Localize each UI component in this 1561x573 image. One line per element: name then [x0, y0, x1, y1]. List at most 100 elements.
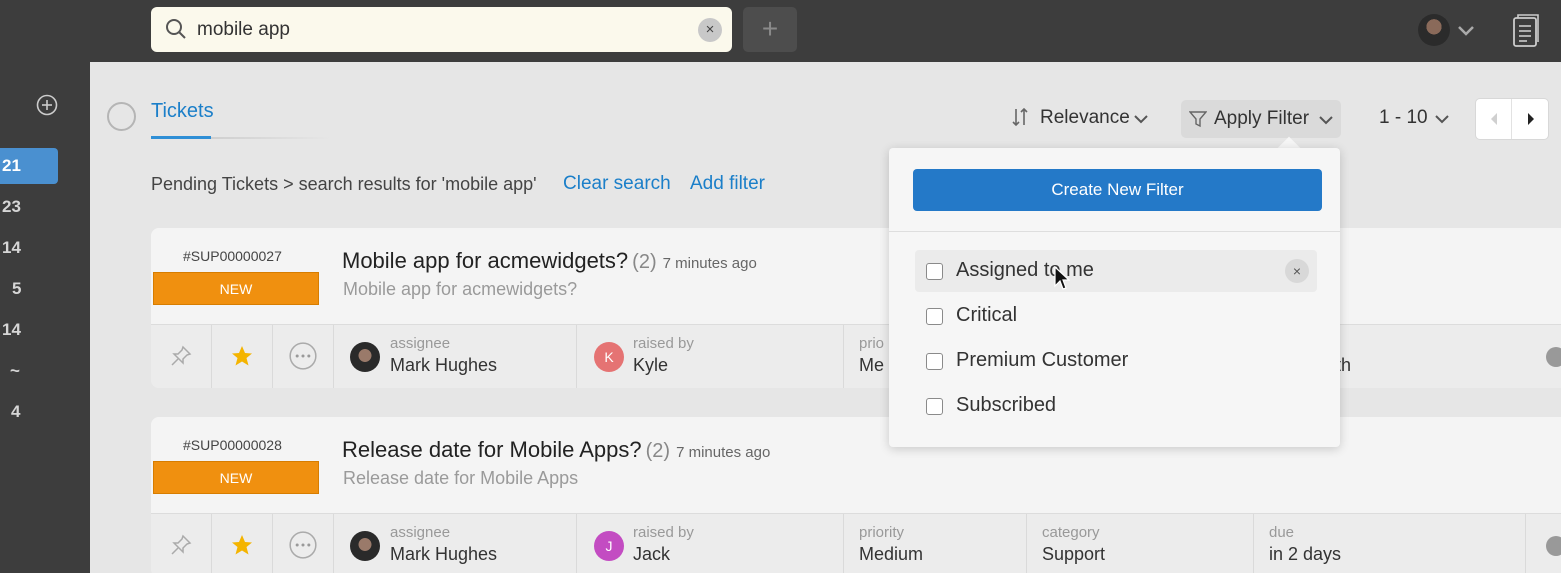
raised-by-cell[interactable]: J raised by Jack	[577, 514, 844, 573]
priority-value: Me	[859, 355, 885, 375]
clear-search-link[interactable]: Clear search	[563, 173, 671, 195]
more-button[interactable]	[273, 514, 334, 573]
assignee-cell[interactable]: assignee Mark Hughes	[334, 514, 577, 573]
due-cell[interactable]: due in 2 days	[1254, 514, 1526, 573]
pin-button[interactable]	[151, 325, 212, 388]
create-new-filter-button[interactable]: Create New Filter	[913, 169, 1322, 211]
document-list-icon[interactable]	[1510, 14, 1542, 48]
add-circle-icon[interactable]	[36, 94, 58, 116]
star-button[interactable]	[212, 514, 273, 573]
breadcrumb: Pending Tickets > search results for 'mo…	[151, 174, 537, 194]
clear-search-icon[interactable]: ×	[698, 18, 722, 42]
assignee-label: assignee	[390, 335, 451, 352]
more-button[interactable]	[273, 325, 334, 388]
page-range-dropdown[interactable]: 1 - 10	[1379, 107, 1428, 129]
status-dot	[1546, 347, 1561, 367]
left-rail: 21 23 14 5 14 ~ 4	[0, 62, 90, 573]
ticket-title[interactable]: Release date for Mobile Apps? (2) 7 minute…	[342, 437, 770, 463]
assignee-label: assignee	[390, 524, 451, 541]
category-label: category	[1042, 524, 1100, 541]
ticket-subtitle: Release date for Mobile Apps	[343, 468, 579, 488]
filter-option-label: Assigned to me	[956, 259, 1094, 281]
tab-underline-fade	[211, 137, 331, 139]
tab-tickets[interactable]: Tickets	[151, 100, 214, 123]
search-input[interactable]	[197, 16, 677, 43]
raised-by-name: Kyle	[633, 355, 669, 375]
rail-count[interactable]: ~	[0, 353, 58, 389]
mouse-cursor-icon	[1054, 266, 1070, 290]
filter-option-label: Subscribed	[956, 394, 1057, 416]
filter-checkbox[interactable]	[926, 263, 943, 280]
ticket-title[interactable]: Mobile app for acmewidgets? (2) 7 minutes …	[342, 248, 757, 274]
reply-count: (2)	[645, 440, 671, 462]
chevron-down-icon	[1319, 116, 1333, 125]
category-cell[interactable]: category Support	[1027, 514, 1254, 573]
priority-value: Medium	[859, 544, 924, 564]
select-all-checkbox[interactable]	[107, 102, 136, 131]
more-options-icon	[289, 531, 317, 559]
category-value: Support	[1042, 544, 1106, 564]
rail-count[interactable]: 21	[0, 148, 58, 184]
next-page-button[interactable]	[1513, 99, 1549, 139]
more-options-icon	[289, 342, 317, 370]
add-button[interactable]: +	[743, 7, 797, 52]
reply-count: (2)	[632, 251, 657, 273]
chevron-down-icon[interactable]	[1133, 111, 1149, 127]
caret-right-icon	[1528, 113, 1534, 125]
raised-by-label: raised by	[633, 524, 694, 541]
assignee-name: Mark Hughes	[390, 355, 498, 375]
sort-icon[interactable]	[1011, 106, 1029, 128]
ticket-header: #SUP00000028 NEW Release date for Mobile…	[151, 417, 1561, 513]
filter-option-assigned-to-me[interactable]: Assigned to me ×	[915, 250, 1317, 292]
apply-filter-button[interactable]: Apply Filter	[1181, 100, 1341, 138]
caret-left-icon	[1491, 113, 1497, 125]
filter-option-premium-customer[interactable]: Premium Customer	[915, 340, 1317, 382]
ticket-header: #SUP00000027 NEW Mobile app for acmewidg…	[151, 228, 1561, 324]
ticket-title-text[interactable]: Mobile app for acmewidgets?	[342, 248, 628, 273]
filter-option-critical[interactable]: Critical	[915, 295, 1317, 337]
tab-underline	[151, 136, 211, 139]
assignee-cell[interactable]: assignee Mark Hughes	[334, 325, 577, 388]
top-bar: × +	[0, 0, 1561, 62]
priority-label: prio	[859, 335, 885, 352]
avatar: J	[594, 531, 624, 561]
ticket-card[interactable]: #SUP00000027 NEW Mobile app for acmewidg…	[151, 228, 1561, 388]
filter-checkbox[interactable]	[926, 353, 943, 370]
raised-by-label: raised by	[633, 335, 694, 352]
filter-option-subscribed[interactable]: Subscribed	[915, 385, 1317, 427]
ticket-title-text[interactable]: Release date for Mobile Apps?	[342, 437, 642, 462]
star-icon	[232, 535, 252, 555]
prev-page-button[interactable]	[1476, 99, 1512, 139]
pin-button[interactable]	[151, 514, 212, 573]
dropdown-divider	[889, 231, 1340, 232]
remove-filter-icon[interactable]: ×	[1285, 259, 1309, 283]
ticket-time: 7 minutes ago	[662, 255, 757, 272]
ticket-footer: assignee Mark Hughes J raised by Jack pr…	[151, 513, 1561, 573]
priority-cell[interactable]: priority Medium	[844, 514, 1027, 573]
due-label: due	[1269, 524, 1295, 541]
apply-filter-label: Apply Filter	[1214, 108, 1310, 129]
user-avatar[interactable]	[1418, 14, 1450, 46]
filter-checkbox[interactable]	[926, 308, 943, 325]
ticket-card[interactable]: #SUP00000028 NEW Release date for Mobile…	[151, 417, 1561, 573]
sort-dropdown[interactable]: Relevance	[1040, 107, 1130, 129]
rail-count[interactable]: 14	[0, 230, 58, 266]
raised-by-cell[interactable]: K raised by Kyle	[577, 325, 844, 388]
rail-count[interactable]: 14	[0, 312, 58, 348]
due-value: in 2 days	[1269, 544, 1342, 564]
status-dot	[1546, 536, 1561, 556]
star-button[interactable]	[212, 325, 273, 388]
rail-count[interactable]: 23	[0, 189, 58, 225]
filter-icon	[1189, 111, 1207, 128]
filter-checkbox[interactable]	[926, 398, 943, 415]
filter-option-label: Premium Customer	[956, 349, 1129, 371]
search-box[interactable]: ×	[151, 7, 732, 52]
rail-count[interactable]: 5	[0, 271, 58, 307]
chevron-down-icon[interactable]	[1456, 20, 1476, 40]
add-filter-link[interactable]: Add filter	[690, 173, 765, 195]
rail-count[interactable]: 4	[0, 394, 58, 430]
filter-dropdown: Create New Filter Assigned to me × Criti…	[889, 148, 1340, 447]
assignee-name: Mark Hughes	[390, 544, 498, 564]
priority-label: priority	[859, 524, 905, 541]
chevron-down-icon[interactable]	[1434, 111, 1450, 127]
